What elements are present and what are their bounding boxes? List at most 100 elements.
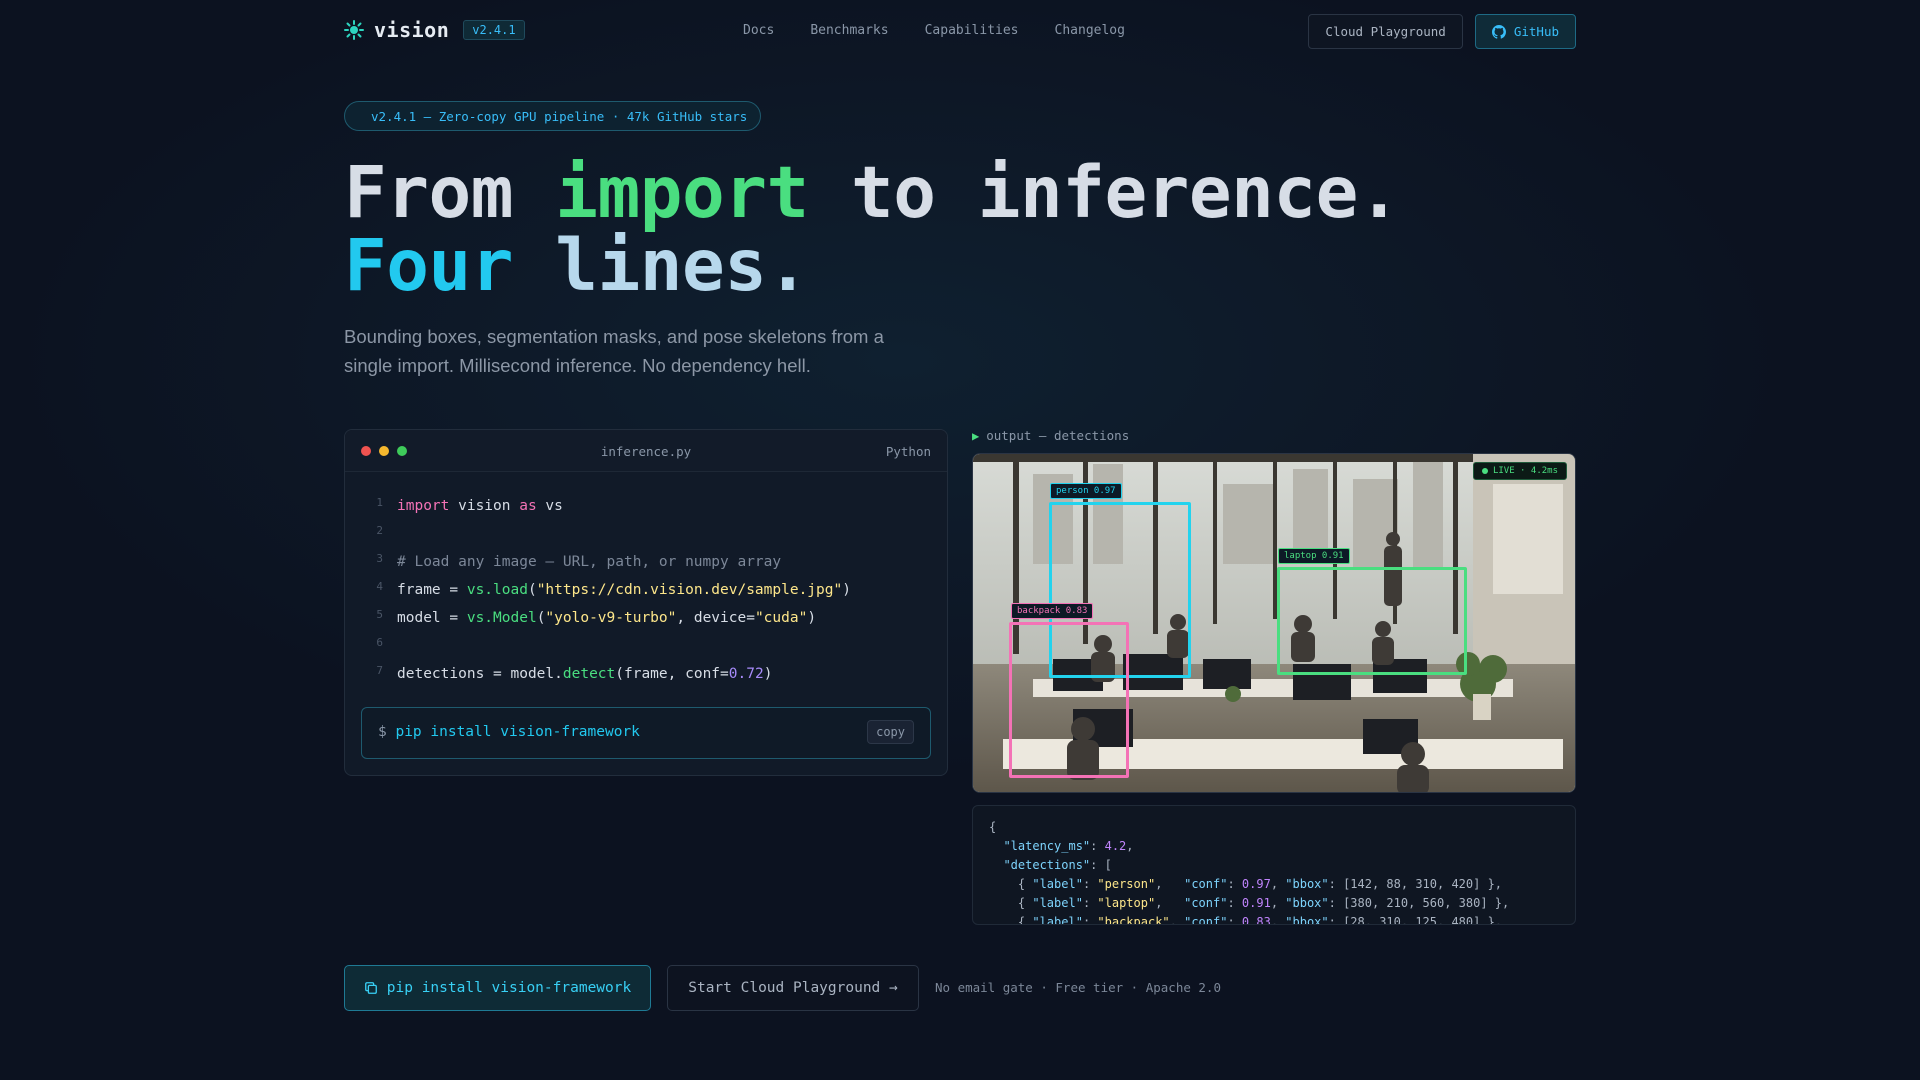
github-button[interactable]: GitHub [1474,14,1576,49]
code-token: "cuda" [754,610,808,626]
headline-line-2: Four lines. [344,229,1400,302]
play-icon: ▶ [972,428,980,443]
live-badge: LIVE · 4.2ms [1472,462,1567,480]
json-value: "person" [1097,877,1156,891]
top-nav: vision v2.4.1 Docs Benchmarks Capabiliti… [344,14,1576,50]
detection-preview: LIVE · 4.2ms person 0.97 laptop 0.91 bac… [972,453,1576,793]
copy-icon [364,982,377,994]
install-command-box: $ pip install vision-framework copy [361,707,931,759]
code-token: import [397,498,450,514]
code-token: , device= [676,610,755,626]
code-token: model = [397,610,467,626]
code-token: detect [562,666,616,682]
line-number: 5 [376,607,383,621]
code-token: ( [527,582,537,598]
install-command[interactable]: $ pip install vision-framework [378,724,640,740]
nav-link-benchmarks[interactable]: Benchmarks [810,23,888,38]
json-key: "conf" [1184,877,1228,891]
json-value: [142, 88, 310, 420] }, [1343,877,1503,891]
github-label: GitHub [1513,24,1559,39]
code-token: ) [842,582,851,598]
code-token: vision [449,498,520,514]
detection-box-backpack [1009,622,1129,778]
json-line: { "label": "laptop", "conf": 0.91, "bbox… [989,896,1510,910]
live-dot-icon [1481,468,1488,474]
pip-install-button[interactable]: pip install vision-framework [344,965,651,1011]
code-line: 7 detections = model. detect (frame, conf=… [345,660,947,688]
code-body[interactable]: 1 import vision as vs 2 3 # Load any ima… [345,492,947,688]
code-token: 0.72 [728,666,764,682]
json-brace: { [989,820,997,834]
headline-from: From [344,151,556,234]
code-token: detections = model. [397,666,563,682]
json-key: "label" [1032,877,1083,891]
live-badge-text: LIVE · 4.2ms [1492,466,1558,476]
code-token: "https://cdn.vision.dev/sample.jpg" [536,582,843,598]
install-command-text: pip install vision-framework [395,724,640,740]
headline-line-1: From import to inference. [344,156,1401,229]
json-line: { "label": "backpack", "conf": 0.83, "bb… [989,913,1559,925]
line-number: 7 [376,663,383,677]
json-output[interactable]: { "latency_ms": 4.2, "detections": [ { "… [972,805,1576,925]
code-line: 1 import vision as vs [345,492,947,520]
json-line: { "label": "person", "conf": 0.97, "bbox… [989,877,1503,891]
detection-tag-backpack: backpack 0.83 [1011,603,1094,619]
json-key: "bbox" [1285,915,1329,925]
nav-link-changelog[interactable]: Changelog [1055,23,1125,38]
line-number: 1 [376,495,383,509]
code-token: (frame, conf= [615,666,729,682]
json-line: "detections": [ [1003,858,1112,872]
copy-button[interactable]: copy [867,720,914,744]
json-value: 4.2 [1104,839,1127,853]
output-label-text: output — detections [986,428,1130,443]
json-value: 0.91 [1241,896,1271,910]
detection-tag-laptop: laptop 0.91 [1278,548,1350,564]
json-value: 0.83 [1241,915,1271,925]
file-name: inference.py [600,444,692,459]
line-number: 4 [376,579,383,593]
cloud-playground-button[interactable]: Cloud Playground [1308,14,1463,49]
release-pill[interactable]: v2.4.1 — Zero-copy GPU pipeline · 47k Gi… [344,101,762,131]
json-value: 0.97 [1241,877,1271,891]
version-badge: v2.4.1 [463,20,525,40]
detection-box-laptop [1277,567,1467,675]
brand[interactable]: vision v2.4.1 [344,18,525,42]
code-token: "yolo-v9-turbo" [545,610,677,626]
code-token: vs [536,498,563,514]
pip-install-label: pip install vision-framework [386,980,632,996]
json-key: "bbox" [1285,877,1329,891]
hero-subtitle: Bounding boxes, segmentation masks, and … [344,326,884,376]
code-comment: # Load any image — URL, path, or numpy a… [397,554,782,570]
logo-icon [344,20,364,40]
code-token: ) [807,610,817,626]
json-key: "bbox" [1285,896,1329,910]
json-key: "latency_ms" [1003,839,1091,853]
code-line: 6 [345,632,947,660]
json-key: "label" [1032,896,1083,910]
shell-prompt: $ [378,724,396,740]
headline-four: Four [344,224,513,307]
start-cloud-playground-button[interactable]: Start Cloud Playground → [667,965,919,1011]
language-label: Python [885,444,931,459]
nav-link-capabilities[interactable]: Capabilities [925,23,1019,38]
brand-name: vision [374,18,450,42]
code-token: vs.Model [466,610,537,626]
code-token: frame = [397,582,467,598]
nav-link-docs[interactable]: Docs [743,23,774,38]
json-line: { [989,818,1559,837]
json-value: "backpack" [1097,915,1170,925]
code-token: ( [536,610,546,626]
json-key: "conf" [1184,896,1228,910]
line-number: 6 [376,635,383,649]
headline: From import to inference. Four lines. [344,156,1401,302]
nav-actions: Cloud Playground GitHub [1308,14,1576,49]
headline-lines: lines. [512,224,809,307]
github-icon [1491,24,1506,39]
json-value: [28, 310, 125, 480] }, [1343,915,1503,925]
code-editor-card: inference.py Python 1 import vision as v… [344,429,948,776]
json-value: "laptop" [1097,896,1156,910]
detection-tag-person: person 0.97 [1050,483,1122,499]
line-number: 3 [376,551,383,565]
cta-note: No email gate · Free tier · Apache 2.0 [935,980,1221,995]
json-key: "conf" [1184,915,1228,925]
